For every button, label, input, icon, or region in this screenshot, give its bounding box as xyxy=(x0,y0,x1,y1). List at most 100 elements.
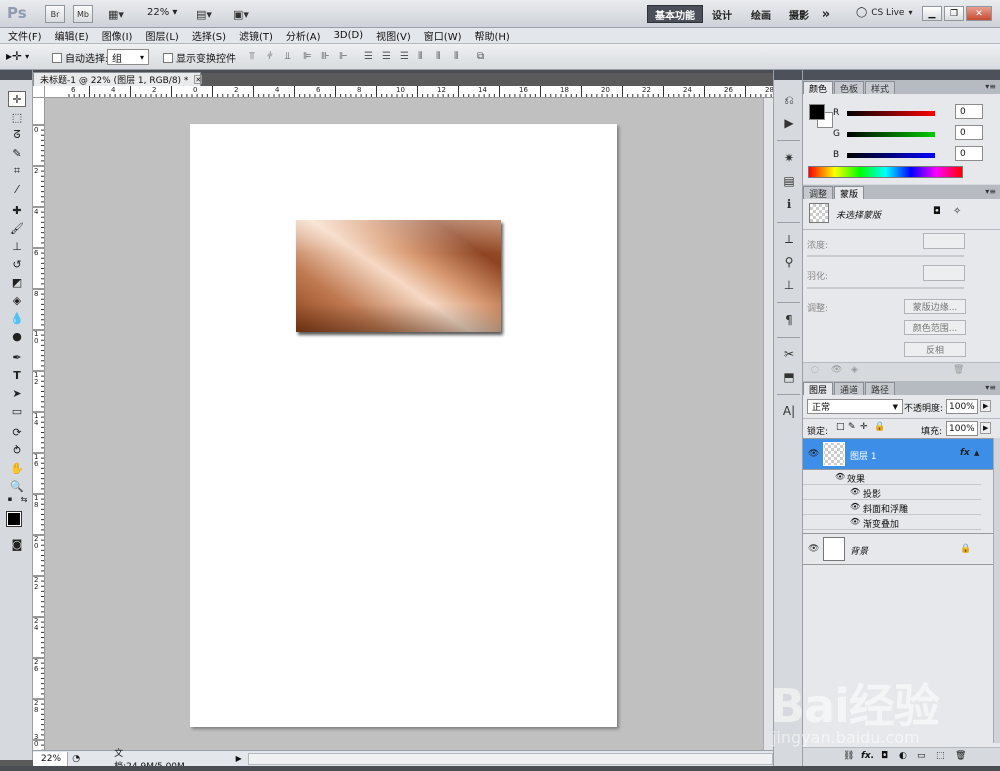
green-value-input[interactable]: 0 xyxy=(955,125,983,140)
distribute-hcenter-icon[interactable]: ⦀ xyxy=(436,51,449,63)
invert-button[interactable]: 反相 xyxy=(904,342,966,357)
effects-expand-arrow-icon[interactable]: ▲ xyxy=(974,449,979,457)
effect-row-drop-shadow[interactable]: 👁 投影 xyxy=(803,486,981,500)
show-transform-checkbox[interactable] xyxy=(163,52,173,63)
delete-layer-icon[interactable]: 🗑 xyxy=(955,751,966,761)
screen-mode-dropdown[interactable]: ▣▾ xyxy=(228,5,254,23)
gradient-overlay-eye-icon[interactable]: 👁 xyxy=(850,517,860,526)
hand-tool-icon[interactable]: ✋ xyxy=(8,460,26,476)
character-panel-icon[interactable]: A| xyxy=(781,403,797,419)
extras-dropdown[interactable]: ▦▾ xyxy=(103,5,129,23)
path-selection-tool-icon[interactable]: ➤ xyxy=(8,385,26,401)
lasso-tool-icon[interactable]: ᘔ xyxy=(8,127,26,143)
layer-row-layer1[interactable]: 👁 图层 1 fx ▲ xyxy=(803,438,993,470)
horizontal-scrollbar[interactable] xyxy=(247,752,773,765)
tab-paths[interactable]: 路径 xyxy=(865,382,896,396)
quick-mask-icon[interactable]: ◙ xyxy=(8,536,26,552)
restore-button[interactable]: ❐ xyxy=(944,6,964,21)
arrange-documents-dropdown[interactable]: ▤▾ xyxy=(191,5,217,23)
new-group-icon[interactable]: ▭ xyxy=(917,751,926,761)
menu-file[interactable]: 文件(F) xyxy=(8,28,42,43)
align-vcenter-icon[interactable]: ⫩ xyxy=(267,51,280,63)
clone-source-icon[interactable]: ⊥ xyxy=(781,277,797,293)
type-tool-icon[interactable]: T xyxy=(8,367,26,383)
delete-mask-icon[interactable]: 🗑 xyxy=(953,365,964,375)
distribute-bottom-icon[interactable]: ☰ xyxy=(400,51,413,63)
layer-effects-fx-badge[interactable]: fx xyxy=(960,448,970,458)
status-menu-arrow[interactable]: ▶ xyxy=(236,754,242,763)
background-visibility-eye-icon[interactable]: 👁 xyxy=(808,544,819,554)
foreground-color-swatch[interactable] xyxy=(6,511,22,527)
layers-panel-menu-icon[interactable]: ▾≡ xyxy=(985,383,996,392)
swap-colors-icon[interactable]: ⇆ xyxy=(18,494,30,504)
effects-visibility-eye-icon[interactable]: 👁 xyxy=(835,472,845,481)
tab-color[interactable]: 颜色 xyxy=(803,81,834,95)
foreground-color-chip[interactable] xyxy=(809,104,825,120)
history-panel-icon[interactable]: ⎌ xyxy=(781,92,797,108)
add-mask-icon[interactable]: ◘ xyxy=(881,751,888,761)
pixel-mask-icon[interactable]: ◘ xyxy=(933,206,941,217)
align-bottom-icon[interactable]: ⫫ xyxy=(285,51,298,63)
color-spectrum-bar[interactable] xyxy=(808,166,963,178)
align-left-icon[interactable]: ⊫ xyxy=(303,51,316,63)
document-tab[interactable]: 未标题-1 @ 22% (图层 1, RGB/8) * ✕ xyxy=(33,72,203,86)
align-right-icon[interactable]: ⊩ xyxy=(339,51,352,63)
paragraph-panel-icon[interactable]: ¶ xyxy=(781,312,797,328)
workspace-photography[interactable]: 摄影 xyxy=(782,5,816,23)
mask-visibility-icon[interactable]: 👁 xyxy=(831,365,842,375)
eraser-tool-icon[interactable]: ◩ xyxy=(8,274,26,290)
layer-comps-icon[interactable]: ⬒ xyxy=(781,369,797,385)
menu-edit[interactable]: 编辑(E) xyxy=(55,28,89,43)
layer-row-background[interactable]: 👁 背景 🔒 xyxy=(803,533,993,565)
bridge-button[interactable]: Br xyxy=(45,5,65,23)
3d-rotate-tool-icon[interactable]: ⟳ xyxy=(8,424,26,440)
minimize-button[interactable]: ▁ xyxy=(922,6,942,21)
histogram-panel-icon[interactable]: ▤ xyxy=(781,173,797,189)
tool-preset-picker[interactable]: ▸✛ ▾ xyxy=(6,49,29,63)
align-top-icon[interactable]: ⫪ xyxy=(249,51,262,63)
close-button[interactable]: ✕ xyxy=(966,6,992,21)
blue-slider[interactable] xyxy=(847,152,935,158)
feather-slider[interactable] xyxy=(807,287,964,289)
crop-tool-icon[interactable]: ⌗ xyxy=(8,163,26,179)
blur-tool-icon[interactable]: 💧 xyxy=(8,310,26,326)
distribute-top-icon[interactable]: ☰ xyxy=(364,51,377,63)
brush-tool-icon[interactable]: 🖌 xyxy=(8,220,26,236)
menu-window[interactable]: 窗口(W) xyxy=(424,28,462,43)
cs-live-button[interactable]: ◯ CS Live ▾ xyxy=(856,7,912,18)
menu-image[interactable]: 图像(I) xyxy=(102,28,133,43)
load-selection-icon[interactable]: ◌ xyxy=(811,365,819,375)
masks-panel-menu-icon[interactable]: ▾≡ xyxy=(985,187,996,196)
move-tool-icon[interactable]: ✛ xyxy=(8,91,26,107)
tab-masks[interactable]: 蒙版 xyxy=(834,186,865,200)
opacity-arrow-icon[interactable]: ▶ xyxy=(980,400,992,412)
marquee-tool-icon[interactable]: ⬚ xyxy=(8,109,26,125)
pen-tool-icon[interactable]: ✒ xyxy=(8,349,26,365)
workspace-painting[interactable]: 绘画 xyxy=(744,5,778,23)
actions-panel-icon[interactable]: ▶ xyxy=(781,115,797,131)
healing-brush-tool-icon[interactable]: ✚ xyxy=(8,202,26,218)
menu-layer[interactable]: 图层(L) xyxy=(145,28,178,43)
menu-view[interactable]: 视图(V) xyxy=(376,28,411,43)
new-layer-icon[interactable]: ⬚ xyxy=(936,751,945,761)
blue-value-input[interactable]: 0 xyxy=(955,146,983,161)
status-info-icon[interactable]: ◔ xyxy=(72,754,80,764)
lock-image-icon[interactable]: ✎ xyxy=(848,422,856,432)
drop-shadow-eye-icon[interactable]: 👁 xyxy=(850,487,860,496)
link-layers-icon[interactable]: ⛓ xyxy=(843,751,854,761)
green-slider[interactable] xyxy=(847,131,935,137)
new-adjustment-layer-icon[interactable]: ◐ xyxy=(899,751,907,761)
effect-row-gradient-overlay[interactable]: 👁 渐变叠加 xyxy=(803,516,981,530)
menu-filter[interactable]: 滤镜(T) xyxy=(239,28,273,43)
tab-swatches[interactable]: 色板 xyxy=(834,81,865,95)
lock-position-icon[interactable]: ✛ xyxy=(860,422,868,432)
workspace-essentials[interactable]: 基本功能 xyxy=(647,5,703,23)
zoom-level-dropdown[interactable]: 22% ▾ xyxy=(147,7,177,18)
distribute-left-icon[interactable]: ⦀ xyxy=(418,51,431,63)
feather-field[interactable] xyxy=(923,265,965,281)
density-field[interactable] xyxy=(923,233,965,249)
opacity-input[interactable]: 100% xyxy=(946,399,978,414)
quick-selection-tool-icon[interactable]: ✎ xyxy=(8,145,26,161)
status-zoom-field[interactable]: 22% xyxy=(33,751,69,766)
red-value-input[interactable]: 0 xyxy=(955,104,983,119)
